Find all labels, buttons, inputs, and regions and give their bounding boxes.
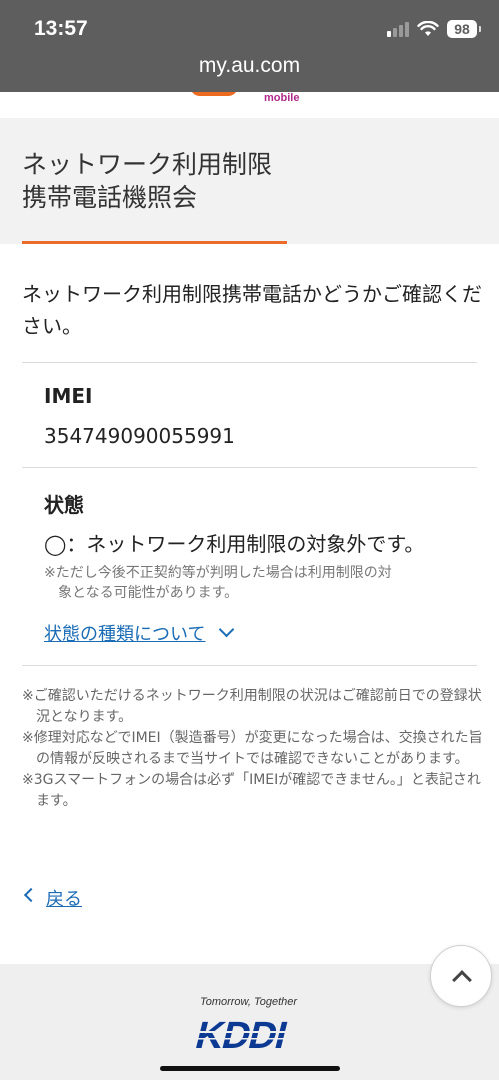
title-accent-underline: [22, 241, 287, 244]
signal-icon: [387, 21, 409, 37]
status-icons: 98: [387, 20, 481, 38]
note-item: ※ご確認いただけるネットワーク利用制限の状況はご確認前日での登録状況となります。: [22, 688, 482, 725]
divider: [22, 467, 477, 468]
back-link[interactable]: 戻る: [46, 885, 82, 911]
status-note: ※ただし今後不正契約等が判明した場合は利用制限の対 象となる可能性があります。: [44, 563, 454, 603]
page-title-line2: 携帯電話機照会: [22, 183, 198, 212]
note-item: ※3Gスマートフォンの場合は必ず「IMEIが確認できません。」と表記されます。: [22, 772, 481, 809]
battery-indicator: 98: [447, 20, 481, 38]
status-note-line1: ※ただし今後不正契約等が判明した場合は利用制限の対: [44, 565, 392, 581]
page-title-line1: ネットワーク利用制限: [22, 150, 273, 179]
divider: [22, 362, 477, 363]
intro-text: ネットワーク利用制限携帯電話かどうかご確認ください。: [22, 282, 482, 338]
kddi-logo[interactable]: KDDI: [190, 1014, 310, 1054]
chevron-down-icon[interactable]: [218, 621, 235, 638]
page-title: ネットワーク利用制限 携帯電話機照会: [22, 148, 272, 214]
status-value: ◯：ネットワーク利用制限の対象外です。: [44, 532, 425, 556]
status-types-link[interactable]: 状態の種類について: [44, 620, 205, 646]
kddi-logo-text: KDDI: [191, 1015, 290, 1054]
footer-tagline: Tomorrow, Together: [200, 996, 298, 1008]
browser-status-bar: 13:57 98 my.au.com: [0, 0, 499, 92]
status-note-line2: 象となる可能性があります。: [58, 585, 239, 601]
divider: [22, 665, 477, 666]
imei-label: IMEI: [44, 384, 93, 408]
notes-list: ※ご確認いただけるネットワーク利用制限の状況はご確認前日での登録状況となります。…: [22, 686, 484, 812]
imei-value: 354749090055991: [44, 424, 235, 448]
status-label: 状態: [44, 493, 84, 517]
site-header-logo[interactable]: mobile: [0, 92, 499, 118]
clock: 13:57: [34, 17, 88, 40]
footer: Tomorrow, Together KDDI: [0, 964, 499, 1080]
scroll-to-top-button[interactable]: [430, 945, 492, 1007]
home-indicator: [160, 1066, 340, 1071]
chevron-up-icon: [452, 970, 472, 990]
note-item: ※修理対応などでIMEI（製造番号）が変更になった場合は、交換された旨の情報が反…: [22, 730, 483, 767]
wifi-icon: [417, 21, 439, 36]
url-bar[interactable]: my.au.com: [0, 54, 499, 78]
au-logo-mark: [190, 92, 238, 96]
page-title-band: ネットワーク利用制限 携帯電話機照会: [0, 118, 499, 244]
logo-mobile-text: mobile: [264, 92, 300, 104]
chevron-left-icon[interactable]: [23, 887, 39, 903]
